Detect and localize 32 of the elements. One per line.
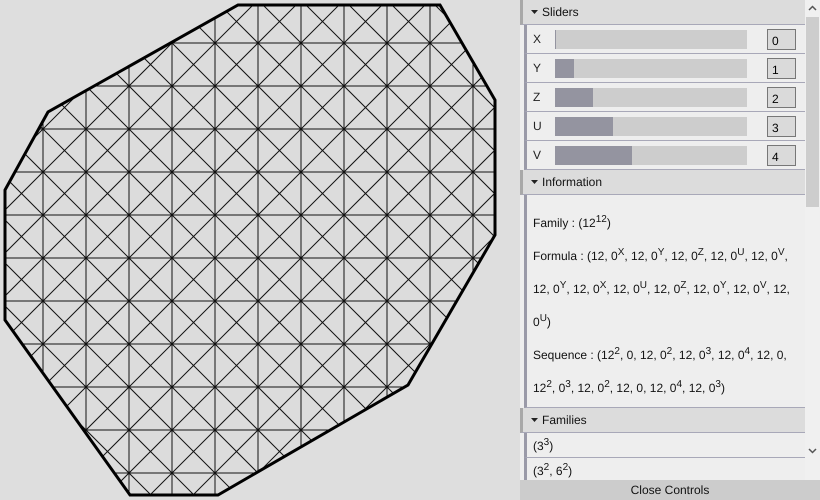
info-text: Family : (12$^{12}$) [533,213,612,232]
slider-label: U [533,119,543,133]
caret-icon [531,180,538,184]
slider-track[interactable] [555,116,747,136]
value-field[interactable]: 3 [767,116,796,136]
section-title: Sliders [542,5,579,19]
caret-icon [531,418,538,422]
info-text: Formula : (12, 0$^{X}$, 12, 0$^{Y}$, 12, 0$^{Z}$, 12, 0$^{U}$, 12, 0$^{V}$, 12, 0$^{Y}$, 12, 0$^{X}$, 12, 0$^{U}$, 12, 0$^{Z}$, 12, 0$^{Y}$, 12, 0$^{V}$, 12, 0$^{U}$) [533,246,791,331]
caret-icon [531,10,538,14]
slider-label: V [533,148,542,162]
scrollbar[interactable] [805,0,820,480]
slider-track[interactable] [555,146,747,164]
section-header[interactable]: Information [520,170,805,195]
slider-label: Y [533,61,542,75]
value-field[interactable]: 1 [767,58,796,78]
slider-label: X [533,32,542,46]
section-title: Information [542,175,602,189]
scrollbar-thumb[interactable] [806,17,819,207]
info-text: Sequence : (12$^{2}$, 0, 12, 0$^{2}$, 12, 0$^{3}$, 12, 0$^{4}$, 12, 0, 12$^{2}$, 0$^{3}$, 12, 0$^{2}$, 12, 0, 12, 0$^{4}$, 12, 0$^{3}$) [533,345,788,397]
scroll-down-icon[interactable] [808,448,817,454]
slider-track[interactable] [555,88,747,106]
section-header[interactable]: Sliders [520,0,805,25]
close-controls-button[interactable]: Close Controls [520,480,820,500]
value-field[interactable]: 0 [767,28,796,50]
slider-track[interactable] [555,58,747,78]
section-header[interactable]: Families [520,408,805,433]
slider-label: Z [533,90,542,104]
scroll-up-icon[interactable] [808,5,817,11]
value-field[interactable]: 4 [767,144,796,166]
section-title: Families [542,413,587,427]
slider-track[interactable] [555,30,747,48]
value-field[interactable]: 2 [767,86,796,108]
